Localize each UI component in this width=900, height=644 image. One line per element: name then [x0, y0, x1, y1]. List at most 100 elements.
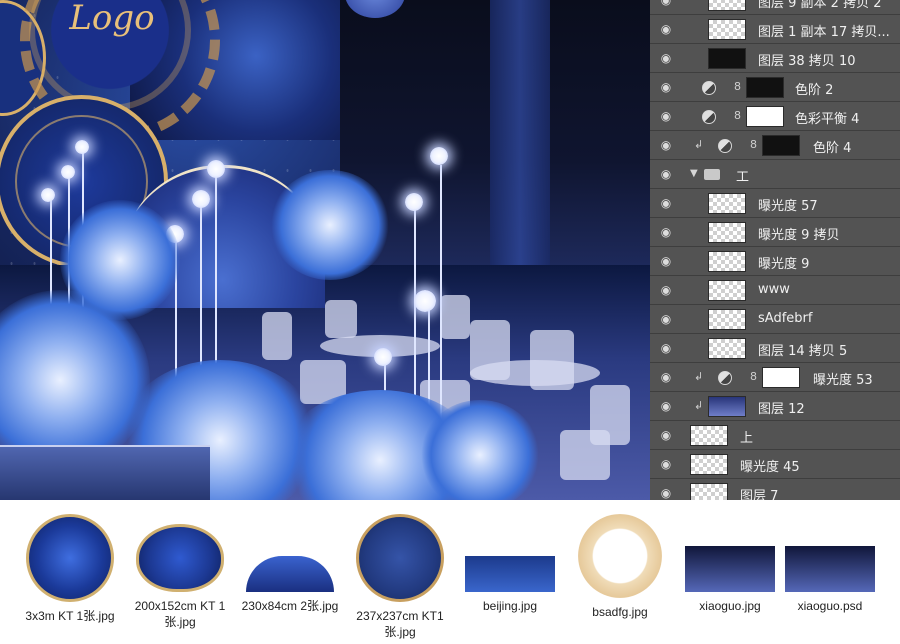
file-name: 3x3m KT 1张.jpg	[25, 609, 115, 623]
layer-row[interactable]: ◉ 曝光度 9 拷贝	[650, 218, 900, 247]
layer-row[interactable]: ◉ 图层 38 拷贝 10	[650, 44, 900, 73]
layer-mask-thumbnail[interactable]	[746, 77, 784, 98]
layer-thumbnail	[708, 251, 746, 272]
file-thumbnail[interactable]	[578, 514, 662, 598]
layer-row[interactable]: ◉ sAdfebrf	[650, 305, 900, 334]
layer-row[interactable]: ◉ 曝光度 57	[650, 189, 900, 218]
layer-row[interactable]: ◉ 图层 7	[650, 479, 900, 500]
layer-thumbnail	[690, 425, 728, 446]
file-item[interactable]: xiaoguo.psd	[775, 508, 885, 614]
file-name: 237x237cm KT1张.jpg	[356, 609, 444, 639]
banquet-chair	[325, 300, 357, 338]
layer-name: 图层 12	[758, 402, 805, 417]
layer-row[interactable]: ◉ 图层 1 副本 17 拷贝...	[650, 15, 900, 44]
layer-mask-thumbnail[interactable]	[762, 367, 800, 388]
visibility-eye-icon[interactable]: ◉	[658, 225, 674, 239]
file-item[interactable]: beijing.jpg	[455, 508, 565, 614]
file-thumbnail[interactable]	[465, 556, 555, 592]
levels-adjustment-icon	[718, 139, 732, 153]
layer-row[interactable]: ◉ 8 色彩平衡 4	[650, 102, 900, 131]
file-name: xiaoguo.jpg	[699, 599, 761, 613]
layer-thumbnail	[708, 19, 746, 40]
file-gallery: 3x3m KT 1张.jpg 200x152cm KT 1张.jpg 230x8…	[0, 500, 900, 644]
lamp-bulb	[41, 188, 55, 202]
file-thumbnail[interactable]	[246, 556, 334, 592]
visibility-eye-icon[interactable]: ◉	[658, 283, 674, 297]
layer-thumbnail	[708, 193, 746, 214]
color-balance-adjustment-icon	[702, 110, 716, 124]
file-item[interactable]: xiaoguo.jpg	[675, 508, 785, 614]
layer-name: www	[758, 282, 790, 297]
visibility-eye-icon[interactable]: ◉	[658, 109, 674, 123]
folder-icon	[704, 169, 720, 180]
file-item[interactable]: 3x3m KT 1张.jpg	[15, 508, 125, 624]
layer-row[interactable]: ◉ ↲ 图层 12	[650, 392, 900, 421]
layer-mask-thumbnail[interactable]	[762, 135, 800, 156]
layers-panel[interactable]: ◉ 图层 9 副本 2 拷贝 2 ◉ 图层 1 副本 17 拷贝... ◉ 图层…	[650, 0, 900, 500]
layer-name: 曝光度 53	[813, 373, 873, 388]
file-item[interactable]: bsadfg.jpg	[565, 508, 675, 620]
visibility-eye-icon[interactable]: ◉	[658, 254, 674, 268]
lamp-bulb	[61, 165, 75, 179]
visibility-eye-icon[interactable]: ◉	[658, 312, 674, 326]
file-name: beijing.jpg	[482, 599, 538, 613]
file-item[interactable]: 200x152cm KT 1张.jpg	[125, 508, 235, 630]
layer-row[interactable]: ◉ 8 色阶 2	[650, 73, 900, 102]
expand-arrow-icon[interactable]: ▼	[690, 168, 698, 179]
chain-link-icon[interactable]: 8	[734, 109, 742, 123]
file-item[interactable]: 230x84cm 2张.jpg	[235, 508, 345, 614]
layer-row[interactable]: ◉ 上	[650, 421, 900, 450]
banquet-chair	[440, 295, 470, 339]
file-thumbnail[interactable]	[785, 546, 875, 592]
visibility-eye-icon[interactable]: ◉	[658, 428, 674, 442]
document-canvas[interactable]: Logo	[0, 0, 650, 500]
layer-name: 色阶 2	[795, 83, 834, 98]
layer-row[interactable]: ◉ 图层 14 拷贝 5	[650, 334, 900, 363]
group-name: 工	[736, 170, 750, 185]
visibility-eye-icon[interactable]: ◉	[658, 457, 674, 471]
visibility-eye-icon[interactable]: ◉	[658, 370, 674, 384]
layer-name: 图层 7	[740, 489, 779, 500]
file-thumbnail[interactable]	[356, 514, 444, 602]
visibility-eye-icon[interactable]: ◉	[658, 167, 674, 181]
layer-group-row[interactable]: ◉ ▼ 工	[650, 160, 900, 189]
layer-row[interactable]: ◉ ↲ 8 色阶 4	[650, 131, 900, 160]
chain-link-icon[interactable]: 8	[750, 370, 758, 384]
layer-thumbnail	[708, 338, 746, 359]
file-name: 230x84cm 2张.jpg	[241, 599, 339, 613]
lamp-bulb	[192, 190, 210, 208]
layer-row[interactable]: ◉ 图层 9 副本 2 拷贝 2	[650, 0, 900, 15]
visibility-eye-icon[interactable]: ◉	[658, 22, 674, 36]
visibility-eye-icon[interactable]: ◉	[658, 138, 674, 152]
chain-link-icon[interactable]: 8	[750, 138, 758, 152]
visibility-eye-icon[interactable]: ◉	[658, 0, 674, 7]
chain-link-icon[interactable]: 8	[734, 80, 742, 94]
layer-row[interactable]: ◉ www	[650, 276, 900, 305]
file-thumbnail[interactable]	[685, 546, 775, 592]
lamp-bulb	[75, 140, 89, 154]
layer-name: 色彩平衡 4	[795, 112, 860, 127]
layer-row[interactable]: ◉ 曝光度 45	[650, 450, 900, 479]
visibility-eye-icon[interactable]: ◉	[658, 486, 674, 500]
exposure-adjustment-icon	[718, 371, 732, 385]
layer-name: 图层 1 副本 17 拷贝...	[758, 25, 890, 40]
visibility-eye-icon[interactable]: ◉	[658, 51, 674, 65]
file-thumbnail[interactable]	[136, 524, 224, 592]
file-thumbnail[interactable]	[26, 514, 114, 602]
layer-name: 曝光度 9	[758, 257, 810, 272]
banquet-chair	[262, 312, 292, 360]
file-item[interactable]: 237x237cm KT1张.jpg	[345, 508, 455, 640]
visibility-eye-icon[interactable]: ◉	[658, 80, 674, 94]
runway-stage	[0, 445, 210, 500]
lamp-bulb	[414, 290, 436, 312]
lamp-bulb	[430, 147, 448, 165]
visibility-eye-icon[interactable]: ◉	[658, 341, 674, 355]
layer-row[interactable]: ◉ ↲ 8 曝光度 53	[650, 363, 900, 392]
lamp-bulb	[405, 193, 423, 211]
clipping-arrow-icon: ↲	[694, 138, 704, 151]
layer-row[interactable]: ◉ 曝光度 9	[650, 247, 900, 276]
visibility-eye-icon[interactable]: ◉	[658, 399, 674, 413]
layer-thumbnail	[690, 454, 728, 475]
layer-mask-thumbnail[interactable]	[746, 106, 784, 127]
visibility-eye-icon[interactable]: ◉	[658, 196, 674, 210]
